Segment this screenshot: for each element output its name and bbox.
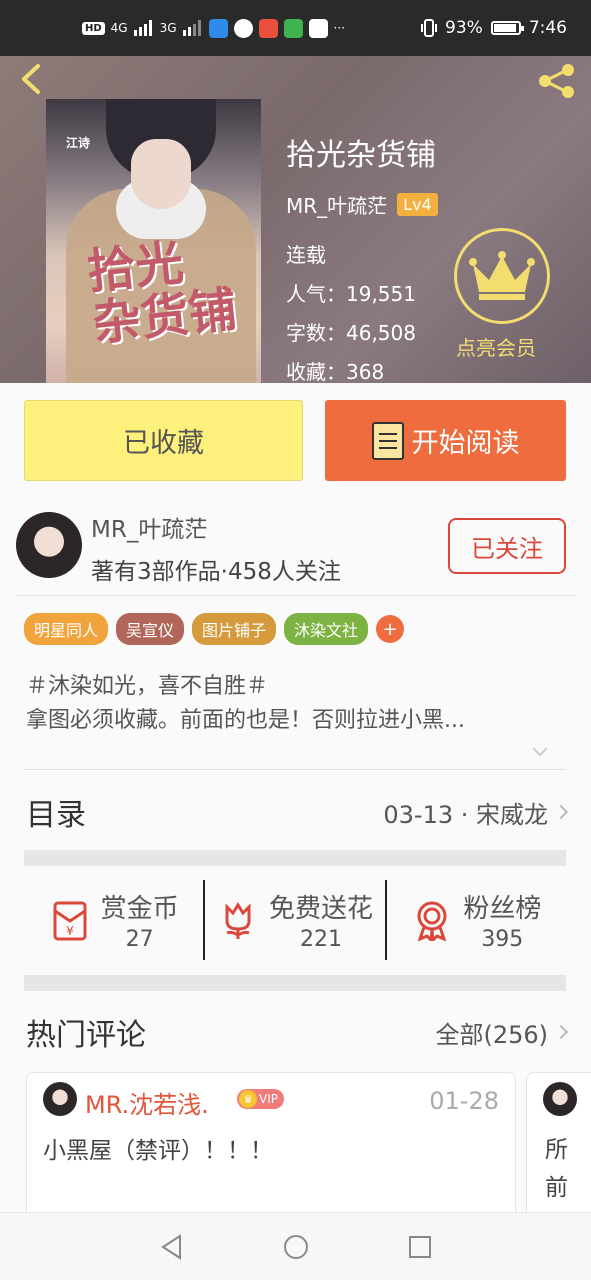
stat-label: 免费送花 [268, 894, 373, 924]
flower-icon [225, 902, 251, 939]
signal-4g-icon: 4G [110, 21, 128, 35]
book-popularity: 人气：19,551 [286, 282, 416, 306]
iqiyi-icon [283, 18, 303, 38]
toc-latest-chapter: 03-13 · 宋威龙 [383, 800, 548, 829]
author-summary: 著有3部作品·458人关注 [91, 559, 341, 585]
comments-title: 热门评论 [26, 1018, 146, 1053]
toc-latest: 03-13 · 宋威龙 [383, 795, 569, 830]
comments-header: 热门评论 全部(256) [26, 1008, 569, 1056]
all-comments-label: 全部(256) [435, 1020, 548, 1049]
tag-list: 明星同人 吴宣仪 图片铺子 沐染文社 + [24, 613, 405, 645]
start-reading-button[interactable]: 开始阅读 [325, 400, 566, 481]
book-author[interactable]: MR_叶疏茫 [286, 190, 387, 219]
signal-3g-icon: 3G [159, 21, 177, 35]
stat-value: 27 [125, 927, 154, 952]
vip-badge-label: VIP [259, 1092, 278, 1106]
description-line-1: ＃沐染如光，喜不自胜＃ [26, 674, 269, 699]
author-avatar[interactable] [16, 512, 82, 578]
divider [24, 769, 566, 770]
section-separator [24, 975, 566, 991]
chevron-right-icon [553, 804, 569, 820]
book-title: 拾光杂货铺 [286, 138, 436, 173]
vip-badge: ♛ VIP [237, 1089, 284, 1109]
book-meta: 连载 人气：19,551 字数：46,508 收藏：368 [286, 236, 416, 383]
tag-3[interactable]: 沐染文社 [284, 613, 369, 645]
tag-0[interactable]: 明星同人 [24, 613, 109, 645]
all-comments-link[interactable]: 全部(256) [435, 1015, 569, 1050]
listen-app-icon [258, 18, 278, 38]
nav-recents-icon[interactable] [406, 1233, 434, 1261]
book-status: 连载 [286, 243, 326, 267]
membership-button[interactable] [454, 228, 550, 324]
cover-figure-face [131, 139, 191, 209]
signal-bars-icon [133, 20, 152, 36]
status-indicators: HD 4G 3G ··· [82, 18, 345, 38]
nav-home-icon[interactable] [282, 1233, 310, 1261]
share-icon[interactable] [535, 64, 579, 98]
hd-indicator: HD [82, 21, 105, 35]
stat-reward-coins[interactable]: ¥ 赏金币 27 [24, 880, 203, 960]
nav-back-icon[interactable] [158, 1233, 186, 1261]
book-author-line: MR_叶疏茫 Lv4 [286, 190, 438, 219]
author-name: MR_叶疏茫 [91, 517, 208, 543]
back-arrow-icon[interactable] [16, 62, 50, 96]
pet-app-icon [308, 18, 328, 38]
book-description: ＃沐染如光，喜不自胜＃ 拿图必须收藏。前面的也是！否则拉进小黑... [26, 670, 566, 738]
comment-card[interactable]: 所前元 [526, 1072, 591, 1222]
signal-bars-icon-2 [182, 20, 201, 36]
vip-crown-icon: ♛ [239, 1090, 257, 1108]
commenter-avatar[interactable] [543, 1082, 577, 1116]
book-header: 江诗 拾光 杂货铺 拾光杂货铺 MR_叶疏茫 Lv4 连载 人气：19,551 … [0, 56, 591, 383]
stat-label: 粉丝榜 [463, 894, 542, 924]
status-bar: HD 4G 3G ··· 93% 7:46 [0, 0, 591, 56]
stat-value: 221 [299, 927, 342, 952]
book-favorites: 收藏：368 [286, 360, 385, 383]
start-reading-label: 开始阅读 [411, 428, 520, 459]
svg-text:¥: ¥ [66, 924, 74, 938]
red-envelope-icon: ¥ [53, 901, 87, 941]
comment-date: 01-28 [429, 1087, 499, 1115]
book-word-count: 字数：46,508 [286, 321, 416, 345]
book-cover[interactable]: 江诗 拾光 杂货铺 [46, 99, 261, 383]
toc-title: 目录 [26, 798, 86, 833]
toc-row[interactable]: 目录 03-13 · 宋威龙 [26, 788, 569, 836]
crown-icon [469, 251, 535, 300]
support-stats: ¥ 赏金币 27 免费送花 221 粉丝榜 395 [24, 880, 566, 960]
comment-text: 小黑屋（禁评）！！！ [43, 1138, 273, 1164]
stat-label: 赏金币 [100, 894, 179, 924]
comment-text-partial: 所前元 [545, 1137, 568, 1221]
clock: 7:46 [528, 18, 567, 38]
cover-title-art: 拾光 杂货铺 [84, 234, 240, 353]
author-level-badge: Lv4 [397, 193, 438, 216]
commenter-avatar[interactable] [43, 1082, 77, 1116]
system-nav-bar [0, 1212, 591, 1280]
medal-icon [417, 901, 447, 941]
status-right: 93% 7:46 [421, 18, 567, 38]
app-notification-icon [208, 18, 228, 38]
tag-2[interactable]: 图片铺子 [192, 613, 277, 645]
membership-label[interactable]: 点亮会员 [456, 332, 536, 361]
stat-value: 395 [481, 927, 524, 952]
tag-1[interactable]: 吴宣仪 [116, 613, 185, 645]
follow-button[interactable]: 已关注 [448, 518, 566, 574]
cover-logo: 江诗 [66, 136, 91, 150]
more-notifications-icon: ··· [333, 21, 345, 35]
book-icon [371, 421, 404, 460]
collected-button[interactable]: 已收藏 [24, 400, 303, 481]
divider [16, 595, 575, 596]
comment-card[interactable]: MR.沈若浅. ♛ VIP 01-28 小黑屋（禁评）！！！ [26, 1072, 516, 1222]
vibrate-icon [421, 19, 438, 37]
commenter-name[interactable]: MR.沈若浅. [85, 1085, 209, 1120]
author-card[interactable]: MR_叶疏茫 著有3部作品·458人关注 已关注 [0, 500, 591, 594]
chevron-right-icon [553, 1024, 569, 1040]
expand-chevron-icon[interactable] [531, 742, 549, 760]
stat-free-flowers[interactable]: 免费送花 221 [203, 880, 384, 960]
battery-icon [490, 21, 524, 35]
battery-percent: 93% [445, 18, 483, 38]
wechat-icon [233, 18, 253, 38]
section-separator [24, 850, 566, 866]
stat-fan-ranking[interactable]: 粉丝榜 395 [384, 880, 566, 960]
description-line-2: 拿图必须收藏。前面的也是！否则拉进小黑... [26, 708, 465, 733]
add-tag-button[interactable]: + [376, 615, 405, 643]
